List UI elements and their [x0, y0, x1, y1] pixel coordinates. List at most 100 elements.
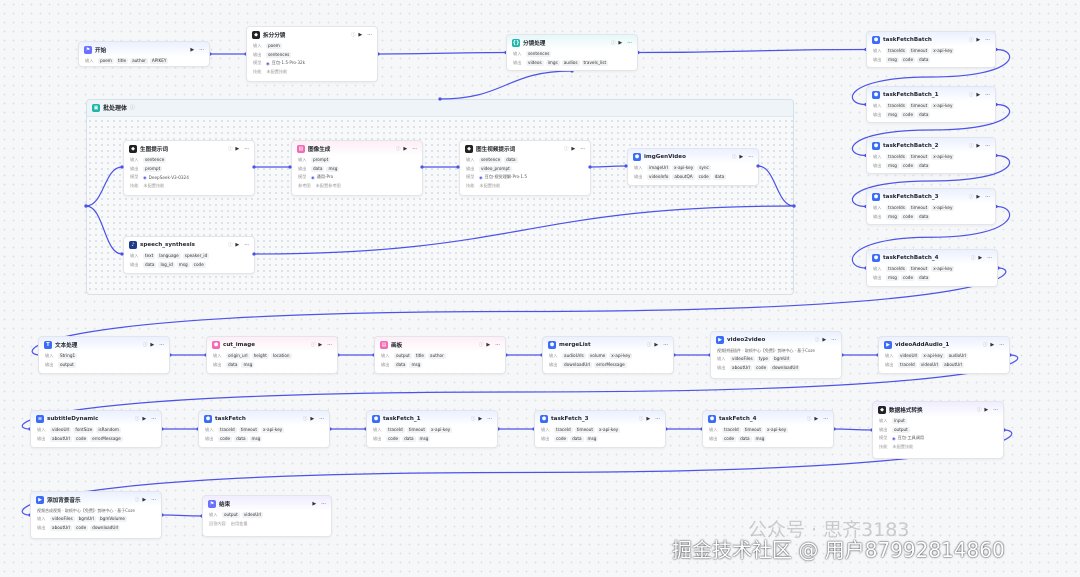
- run-node-button[interactable]: ▶: [739, 154, 743, 160]
- node-header: ◆ 图生视频提示词 ⓘ ▶ ···: [460, 141, 590, 156]
- node-mergeList[interactable]: ⬢ mergeList ⓘ ▶ ··· 输入 audioUrls volume x-api-ke…: [542, 336, 674, 374]
- run-node-button[interactable]: ▶: [235, 242, 239, 248]
- more-menu-button[interactable]: ···: [823, 416, 828, 422]
- more-menu-button[interactable]: ···: [199, 47, 204, 53]
- run-node-button[interactable]: ▶: [358, 32, 362, 38]
- more-menu-button[interactable]: ···: [319, 416, 324, 422]
- node-speech[interactable]: ♪ speech_synthesis ⓘ ▶ ··· 输入 text language spea…: [123, 236, 255, 274]
- node-vid_prompt[interactable]: ◆ 图生视频提示词 ⓘ ▶ ··· 输入 sentence data 输出 video_promp…: [459, 140, 591, 196]
- node-tfb2[interactable]: ⬢ taskFetchBatch_2 ⓘ ▶ ··· 输入 traceIds timeout x…: [866, 137, 996, 174]
- run-node-button[interactable]: ▶: [976, 143, 980, 149]
- run-node-button[interactable]: ▶: [190, 47, 194, 53]
- run-node-button[interactable]: ▶: [235, 146, 239, 152]
- run-node-button[interactable]: ▶: [814, 416, 818, 422]
- more-menu-button[interactable]: ···: [999, 342, 1004, 348]
- run-node-button[interactable]: ▶: [571, 146, 575, 152]
- node-subtitle[interactable]: ≡ subtitleDynamic ⓘ ▶ ··· 输入 videoUrl fontSize i…: [30, 410, 162, 448]
- run-node-button[interactable]: ▶: [403, 146, 407, 152]
- more-menu-button[interactable]: ···: [831, 337, 836, 343]
- node-controls: ▶ ···: [990, 342, 1004, 348]
- input-row: 输入 String1: [39, 352, 169, 361]
- node-shot[interactable]: {} 分镜处理 ⓘ ▶ ··· 输入 sentences 输出 videos imgs audios…: [506, 34, 638, 71]
- row-label: 输入: [381, 353, 390, 359]
- run-node-button[interactable]: ▶: [312, 501, 316, 507]
- row-label: 模型: [253, 60, 262, 66]
- more-menu-button[interactable]: ···: [151, 497, 156, 503]
- node-start[interactable]: ⚑ 开始 ▶ ··· 输入 poem title author APIKEY: [78, 41, 210, 67]
- model-icon: ◉: [311, 174, 315, 180]
- more-menu-button[interactable]: ···: [655, 416, 660, 422]
- more-menu-button[interactable]: ···: [985, 143, 990, 149]
- more-menu-button[interactable]: ···: [151, 416, 156, 422]
- node-text_proc[interactable]: T 文本处理 ⓘ ▶ ··· 输入 String1 输出 output: [38, 336, 170, 374]
- run-node-button[interactable]: ▶: [984, 407, 988, 413]
- node-tfb3[interactable]: ⬢ taskFetchBatch_3 ⓘ ▶ ··· 输入 traceIds timeout x…: [866, 188, 996, 225]
- more-menu-button[interactable]: ···: [985, 37, 990, 43]
- run-node-button[interactable]: ▶: [978, 255, 982, 261]
- run-node-button[interactable]: ▶: [150, 342, 154, 348]
- variable-tag: aboutUrl: [50, 435, 73, 442]
- more-menu-button[interactable]: ···: [244, 242, 249, 248]
- batch-loop-container[interactable]: ▣ 批处理体 ⓘ ◆ 生图提示词 ⓘ ▶ ··· 输入 sentence 输出 prompt 模型…: [86, 99, 794, 295]
- run-node-button[interactable]: ▶: [142, 497, 146, 503]
- run-node-button[interactable]: ▶: [142, 416, 146, 422]
- run-node-button[interactable]: ▶: [654, 342, 658, 348]
- more-menu-button[interactable]: ···: [244, 146, 249, 152]
- variable-tag: downloadUrl: [562, 361, 593, 368]
- node-format[interactable]: ◆ 数据格式转换 ⓘ ▶ ··· 输入 input 输出 output 模型 ◉ 豆包·工具调用 技能未…: [872, 401, 1004, 459]
- more-menu-button[interactable]: ···: [580, 146, 585, 152]
- more-menu-button[interactable]: ···: [993, 407, 998, 413]
- row-label: 输入: [213, 353, 222, 359]
- run-node-button[interactable]: ▶: [976, 194, 980, 200]
- run-node-button[interactable]: ▶: [822, 337, 826, 343]
- more-menu-button[interactable]: ···: [327, 342, 332, 348]
- variable-tag: data: [917, 56, 931, 63]
- node-tfb4[interactable]: ⬢ taskFetchBatch_4 ⓘ ▶ ··· 输入 traceIds timeout x…: [866, 249, 998, 287]
- node-tf1[interactable]: ⬢ taskFetch_1 ⓘ ▶ ··· 输入 traceId timeout x-api-k…: [366, 410, 498, 448]
- output-row: 输出 msg code data: [867, 274, 997, 283]
- row-label: 输入: [717, 356, 726, 362]
- node-caption[interactable]: ▤ 画板 ⓘ ▶ ··· 输入 output title author 输出 data msg: [374, 336, 506, 374]
- node-vaa1[interactable]: ▶ videoAddAudio_1 ⓘ ▶ ··· 输入 videoUrl x-api-key…: [878, 336, 1010, 374]
- node-tf4[interactable]: ⬢ taskFetch_4 ⓘ ▶ ··· 输入 traceId timeout x-api-k…: [702, 410, 834, 448]
- more-menu-button[interactable]: ···: [987, 255, 992, 261]
- row-label: 输入: [205, 427, 214, 433]
- more-menu-button[interactable]: ···: [159, 342, 164, 348]
- variable-tag: code: [386, 435, 401, 442]
- run-node-button[interactable]: ▶: [318, 342, 322, 348]
- more-menu-button[interactable]: ···: [321, 501, 326, 507]
- more-menu-button[interactable]: ···: [495, 342, 500, 348]
- node-img_gen[interactable]: ▧ 图像生成 ⓘ ▶ ··· 输入 prompt 输出 data msg 模型 ◉ 通用-Pro 参考图未…: [291, 140, 423, 196]
- node-end[interactable]: ⚑ 结束 ▶ ··· 输入 output videoUrl 回答内容 启用变量: [202, 495, 332, 537]
- node-cut_image[interactable]: ⬢ cut_image ⓘ ▶ ··· 输入 origin_url height locatio…: [206, 336, 338, 374]
- node-video2video[interactable]: ▶ video2video ⓘ ▶ ··· 视频拼接插件 · 取帧中心【免费】· 剪映中心…: [710, 331, 842, 379]
- node-tfb0[interactable]: ⬢ taskFetchBatch ⓘ ▶ ··· 输入 traceIds timeout x-a…: [866, 31, 996, 68]
- more-menu-button[interactable]: ···: [412, 146, 417, 152]
- more-menu-button[interactable]: ···: [627, 40, 632, 46]
- node-header: {} 分镜处理 ⓘ ▶ ···: [507, 35, 637, 50]
- node-bgm[interactable]: ▶ 添加背景音乐 ⓘ ▶ ··· 视频合成视频 · 取帧中心【免费】· 剪映中心 · 基于…: [30, 491, 162, 539]
- run-node-button[interactable]: ▶: [486, 342, 490, 348]
- more-menu-button[interactable]: ···: [487, 416, 492, 422]
- run-node-button[interactable]: ▶: [310, 416, 314, 422]
- more-menu-button[interactable]: ···: [748, 154, 753, 160]
- plugin-icon: ⬢: [872, 253, 880, 262]
- node-imgGenVideo[interactable]: ⬢ imgGenVideo ⓘ ▶ ··· 输入 imageUrl x-api-key sync…: [627, 148, 759, 186]
- run-node-button[interactable]: ▶: [618, 40, 622, 46]
- node-split[interactable]: ◆ 拆分分镜 ⓘ ▶ ··· 输入 poem 输出 sentences 模型 ◉ 豆包·1.5·Pro…: [246, 26, 378, 82]
- more-menu-button[interactable]: ···: [985, 92, 990, 98]
- more-menu-button[interactable]: ···: [367, 32, 372, 38]
- more-menu-button[interactable]: ···: [985, 194, 990, 200]
- node-tfb1[interactable]: ⬢ taskFetchBatch_1 ⓘ ▶ ··· 输入 traceIds timeout x…: [866, 86, 996, 123]
- run-node-button[interactable]: ▶: [478, 416, 482, 422]
- run-node-button[interactable]: ▶: [976, 92, 980, 98]
- variable-tag: data: [311, 165, 325, 172]
- run-node-button[interactable]: ▶: [990, 342, 994, 348]
- node-tf0[interactable]: ⬢ taskFetch ⓘ ▶ ··· 输入 traceId timeout x-api-key…: [198, 410, 330, 448]
- node-gen_prompt[interactable]: ◆ 生图提示词 ⓘ ▶ ··· 输入 sentence 输出 prompt 模型 ◉ DeepSeek…: [123, 140, 255, 196]
- run-node-button[interactable]: ▶: [646, 416, 650, 422]
- more-menu-button[interactable]: ···: [663, 342, 668, 348]
- run-node-button[interactable]: ▶: [976, 37, 980, 43]
- node-tf3[interactable]: ⬢ taskFetch_3 ⓘ ▶ ··· 输入 traceId timeout x-api-k…: [534, 410, 666, 448]
- input-row: 输入 poem title author APIKEY: [79, 57, 209, 66]
